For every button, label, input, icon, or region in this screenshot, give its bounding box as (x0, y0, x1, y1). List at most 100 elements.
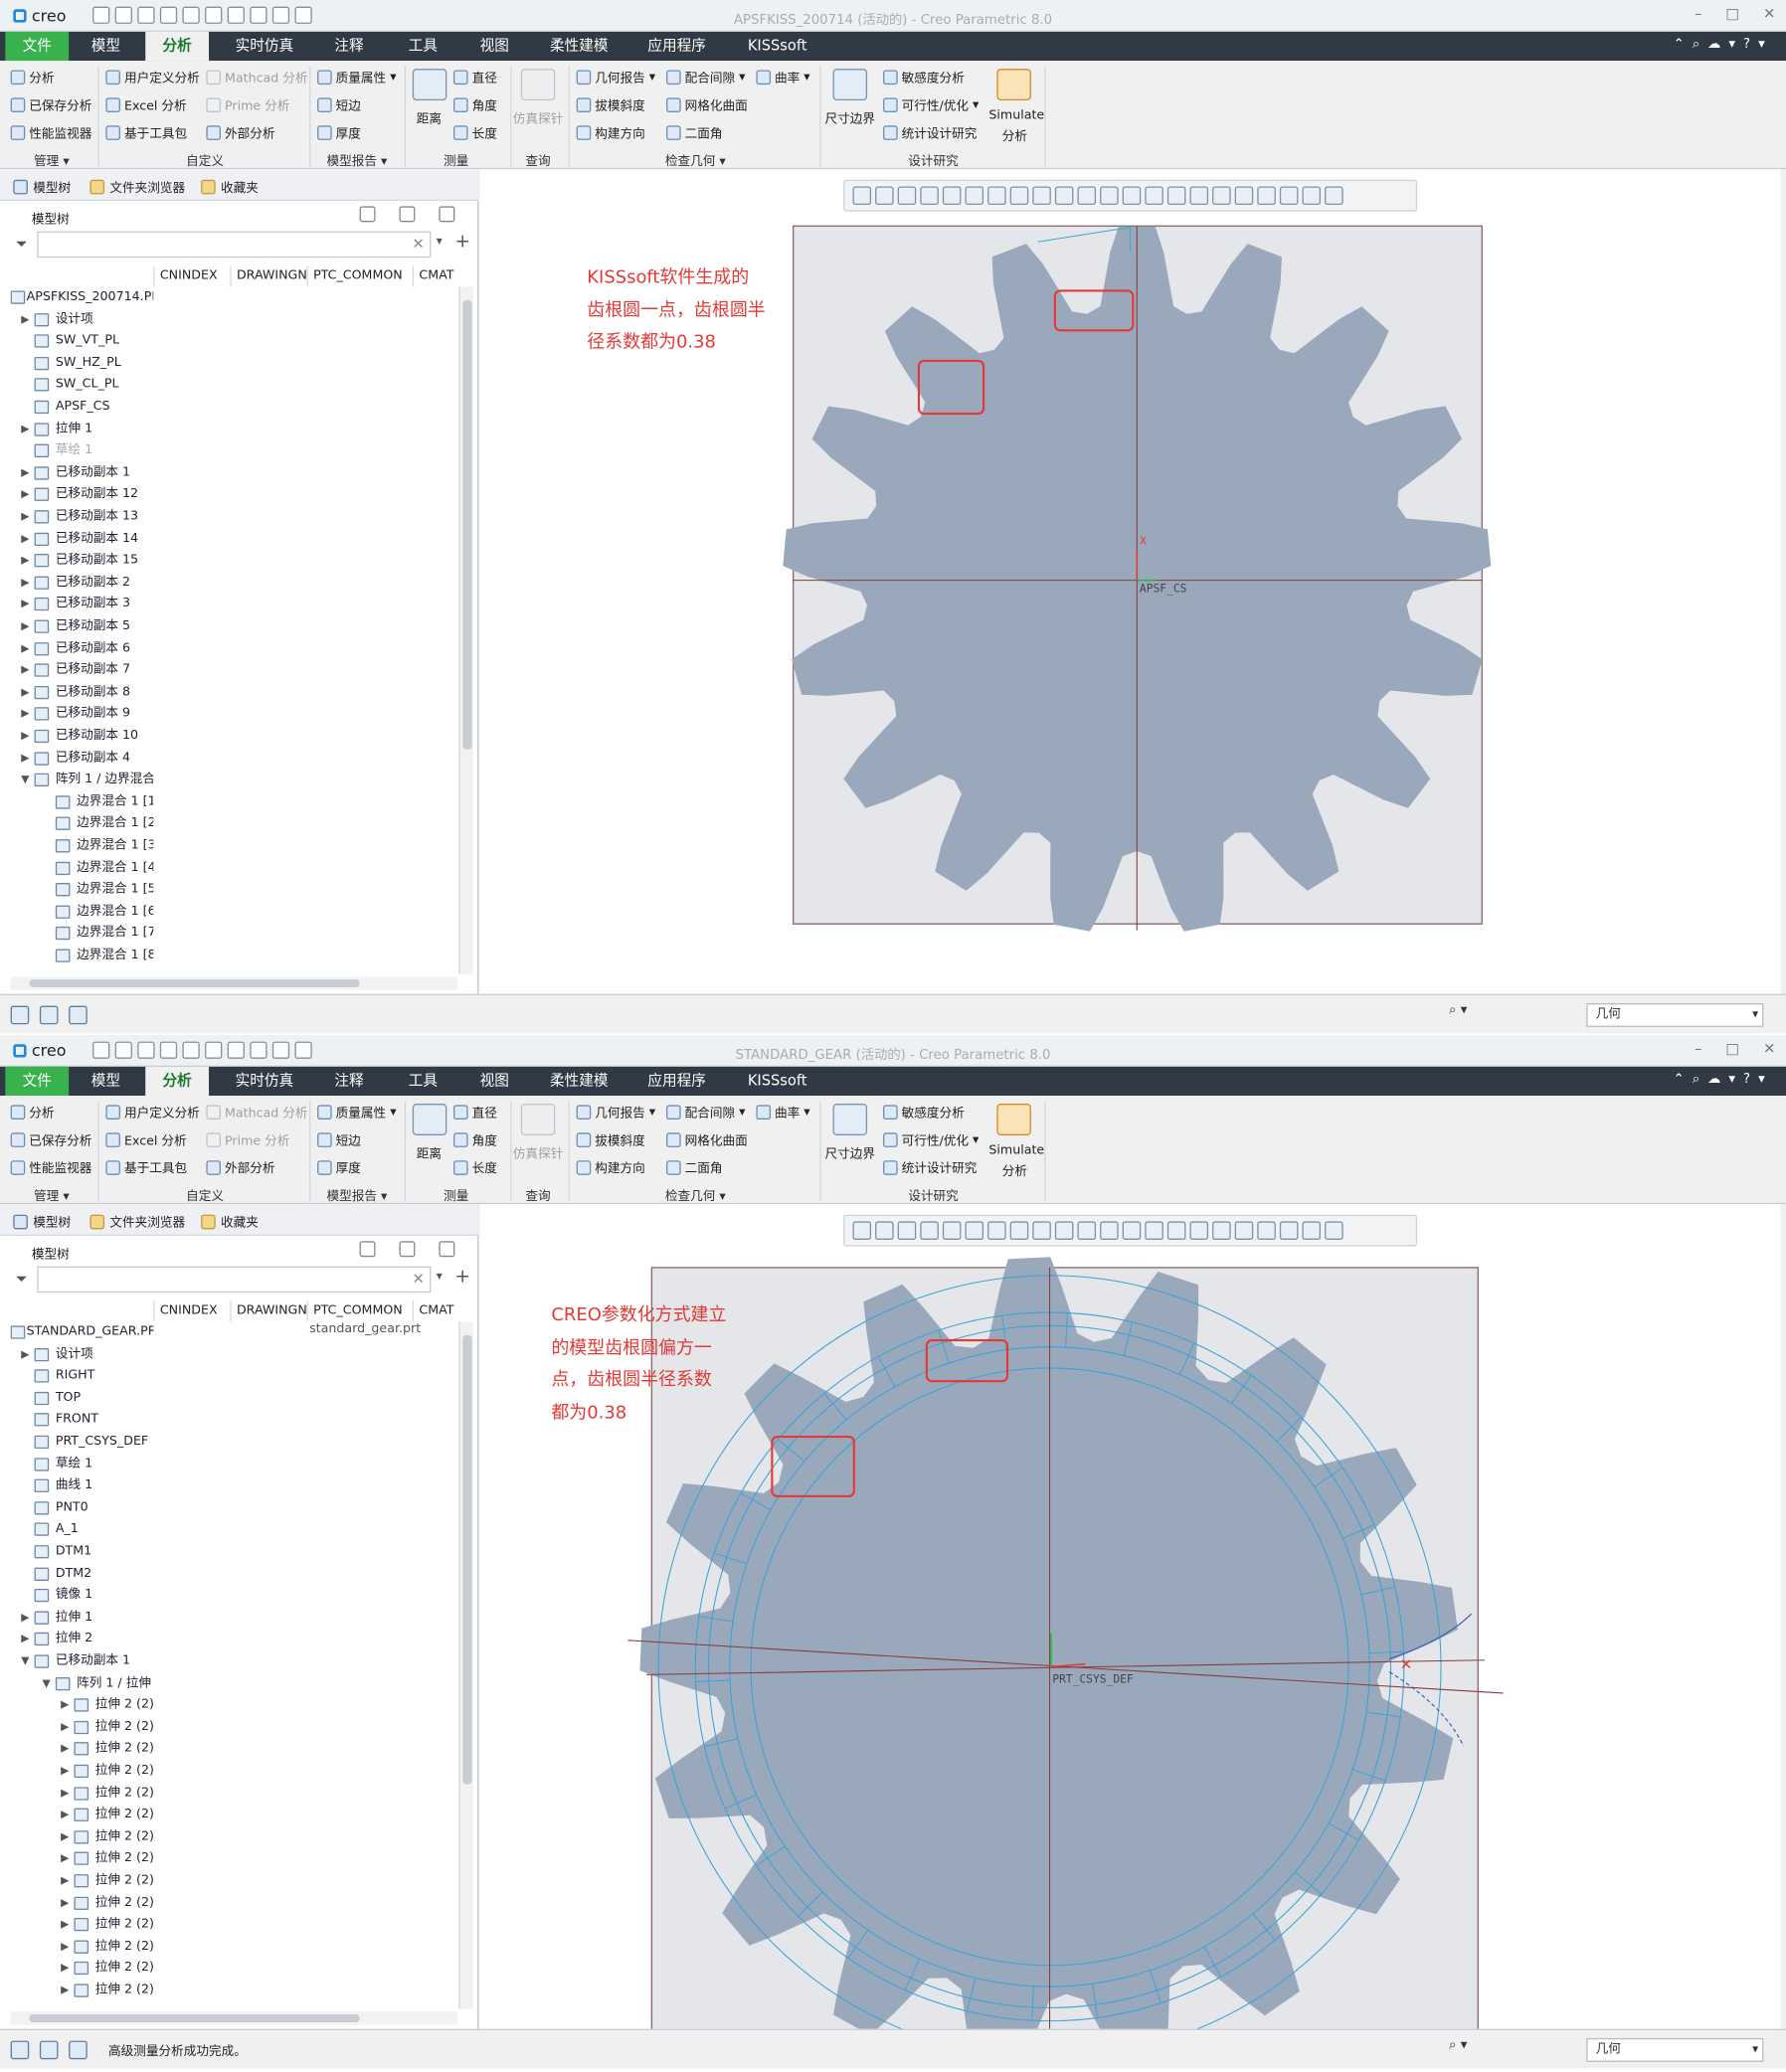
saved-analysis-button[interactable]: 已保存分析 (10, 95, 91, 113)
scrollbar-thumb[interactable] (462, 299, 472, 750)
selection-filter-dropdown[interactable]: 几何 ▾ (1586, 2037, 1764, 2062)
diameter-button[interactable]: 直径 (452, 68, 497, 86)
tree-node[interactable]: 曲线 1 (11, 1475, 154, 1496)
tree-node[interactable]: PNT0 (11, 1497, 154, 1518)
dihedral-angle-button[interactable]: 二面角 (666, 123, 723, 141)
perspective-icon[interactable] (942, 186, 962, 206)
tree-node[interactable]: APSF_CS (11, 397, 154, 418)
group-label-manage[interactable]: 管理 ▾ (19, 151, 85, 170)
mathcad-analysis-button[interactable]: Mathcad 分析 (206, 68, 308, 86)
dihedral-angle-button[interactable]: 二面角 (666, 1158, 723, 1176)
tree-node[interactable]: DTM2 (11, 1563, 154, 1584)
erase-icon[interactable] (1325, 1221, 1343, 1240)
annotation-display-icon[interactable] (1234, 1221, 1254, 1240)
feasibility-optimization-button[interactable]: 可行性/优化 ▾ (883, 95, 979, 113)
saved-orientations-icon[interactable] (987, 186, 1006, 206)
distance-button[interactable]: 距离 (417, 108, 442, 127)
plane-display-icon[interactable] (1100, 186, 1119, 206)
tree-settings-icon[interactable] (359, 206, 376, 223)
expand-arrow-icon[interactable]: ▶ (21, 660, 34, 681)
group-label-model-report[interactable]: 模型报告 ▾ (317, 151, 397, 170)
add-column-icon[interactable]: + (454, 1267, 470, 1288)
tab-realtime-sim[interactable]: 实时仿真 (228, 32, 301, 61)
erase-icon[interactable] (1325, 186, 1343, 206)
analysis-button[interactable]: 分析 (10, 68, 55, 86)
sensitivity-analysis-button[interactable]: 敏感度分析 (883, 1103, 965, 1121)
tree-node[interactable]: ▶ 设计项 (11, 1343, 154, 1364)
filter-icon[interactable]: ⏷ (16, 236, 35, 253)
tree-node[interactable]: ▶ 已移动副本 7 (11, 660, 154, 681)
tree-node[interactable]: SW_VT_PL (11, 331, 154, 352)
expand-arrow-icon[interactable]: ▶ (21, 682, 34, 703)
dimension-boundary-button[interactable]: 尺寸边界 (825, 108, 876, 127)
pause-icon[interactable] (1302, 1221, 1322, 1240)
thickness-button[interactable]: 厚度 (317, 1158, 361, 1176)
column-header-drawingn[interactable]: DRAWINGN (230, 265, 307, 287)
expand-arrow-icon[interactable]: ▶ (61, 1783, 74, 1804)
saved-orientations-icon[interactable] (987, 1221, 1006, 1240)
minimize-icon[interactable]: – (1695, 1040, 1701, 1057)
tree-vertical-scrollbar[interactable] (458, 286, 473, 974)
pause-icon[interactable] (1302, 186, 1322, 206)
clearance-button[interactable]: 配合间隙 ▾ (666, 68, 746, 86)
diameter-button[interactable]: 直径 (452, 1103, 497, 1121)
tree-node[interactable]: SW_HZ_PL (11, 353, 154, 374)
tree-node[interactable]: ▶ 已移动副本 1 (11, 462, 154, 483)
simulate-icon[interactable] (996, 69, 1031, 101)
mass-properties-button[interactable]: 质量属性 ▾ (317, 1103, 397, 1121)
tab-annotate[interactable]: 注释 (322, 32, 375, 61)
tab-realtime-sim[interactable]: 实时仿真 (228, 1067, 301, 1096)
tree-node[interactable]: APSFKISS_200714.PR (10, 286, 153, 307)
analysis-button[interactable]: 分析 (10, 1103, 55, 1121)
zoom-out-icon[interactable] (897, 1221, 917, 1240)
expand-arrow-icon[interactable]: ▶ (21, 462, 34, 483)
tree-node[interactable]: PRT_CSYS_DEF (11, 1432, 154, 1453)
tree-node[interactable]: 草绘 1 (11, 1454, 154, 1474)
axis-display-icon[interactable] (1122, 1221, 1142, 1240)
build-direction-button[interactable]: 构建方向 (576, 123, 645, 141)
tab-file[interactable]: 文件 (5, 1066, 70, 1097)
tree-node[interactable]: ▶ 已移动副本 5 (11, 616, 154, 637)
tree-node[interactable]: FRONT (11, 1410, 154, 1431)
expand-arrow-icon[interactable]: ▶ (21, 550, 34, 571)
tree-node[interactable]: ▶ 拉伸 2 (2) (11, 1892, 153, 1913)
triangle-icon[interactable] (1279, 186, 1299, 206)
tab-bar-right-icons[interactable]: ⌃⌕☁▾?▾ (1674, 1072, 1773, 1087)
section-icon[interactable] (1032, 186, 1051, 206)
tree-node[interactable]: ▶ 已移动副本 13 (11, 506, 154, 527)
tag-display-icon[interactable] (1189, 1221, 1209, 1240)
datum-display-icon[interactable] (1077, 186, 1097, 206)
scrollbar-thumb[interactable] (29, 979, 360, 988)
refit-icon[interactable] (852, 186, 872, 206)
datum-display-icon[interactable] (1077, 1221, 1097, 1240)
point-display-icon[interactable] (1145, 186, 1163, 206)
distance-button[interactable]: 距离 (417, 1143, 442, 1162)
tree-filter-icon[interactable] (439, 1241, 455, 1258)
tree-node[interactable]: ▶ 已移动副本 8 (11, 682, 154, 703)
expand-arrow-icon[interactable]: ▶ (61, 1826, 74, 1847)
expand-arrow-icon[interactable]: ▶ (21, 704, 34, 725)
geometry-report-button[interactable]: 几何报告 ▾ (576, 68, 655, 86)
tag-display-icon[interactable] (1189, 186, 1209, 206)
tree-node[interactable]: ▶ 拉伸 2 (2) (11, 1761, 153, 1782)
tab-applications[interactable]: 应用程序 (639, 32, 713, 61)
find-binoculars-icon[interactable]: ⌕ ▾ (1449, 2038, 1489, 2062)
expand-arrow-icon[interactable]: ▼ (21, 770, 34, 790)
tree-node[interactable]: ▶ 已移动副本 2 (11, 572, 154, 593)
external-analysis-button[interactable]: 外部分析 (206, 123, 275, 141)
tree-node[interactable]: ▶ 拉伸 2 (2) (11, 1783, 153, 1804)
tree-node[interactable]: ▶ 拉伸 2 (2) (11, 1695, 153, 1716)
tree-node[interactable]: ▶ 已移动副本 6 (11, 638, 154, 659)
tree-node[interactable]: 草绘 1 (11, 440, 154, 461)
tree-node[interactable]: ▶ 拉伸 2 (2) (11, 1717, 153, 1738)
external-analysis-button[interactable]: 外部分析 (206, 1158, 275, 1176)
zoom-out-icon[interactable] (897, 186, 917, 206)
tree-node[interactable]: ▶ 拉伸 2 (2) (11, 1958, 153, 1979)
tab-favorites[interactable]: 收藏夹 (201, 1212, 259, 1231)
tab-tools[interactable]: 工具 (397, 32, 449, 61)
thickness-button[interactable]: 厚度 (317, 123, 361, 141)
point-display-icon[interactable] (1145, 1221, 1163, 1240)
expand-arrow-icon[interactable]: ▶ (61, 1717, 74, 1738)
expand-arrow-icon[interactable]: ▶ (61, 1739, 74, 1760)
expand-arrow-icon[interactable]: ▼ (21, 1650, 34, 1671)
